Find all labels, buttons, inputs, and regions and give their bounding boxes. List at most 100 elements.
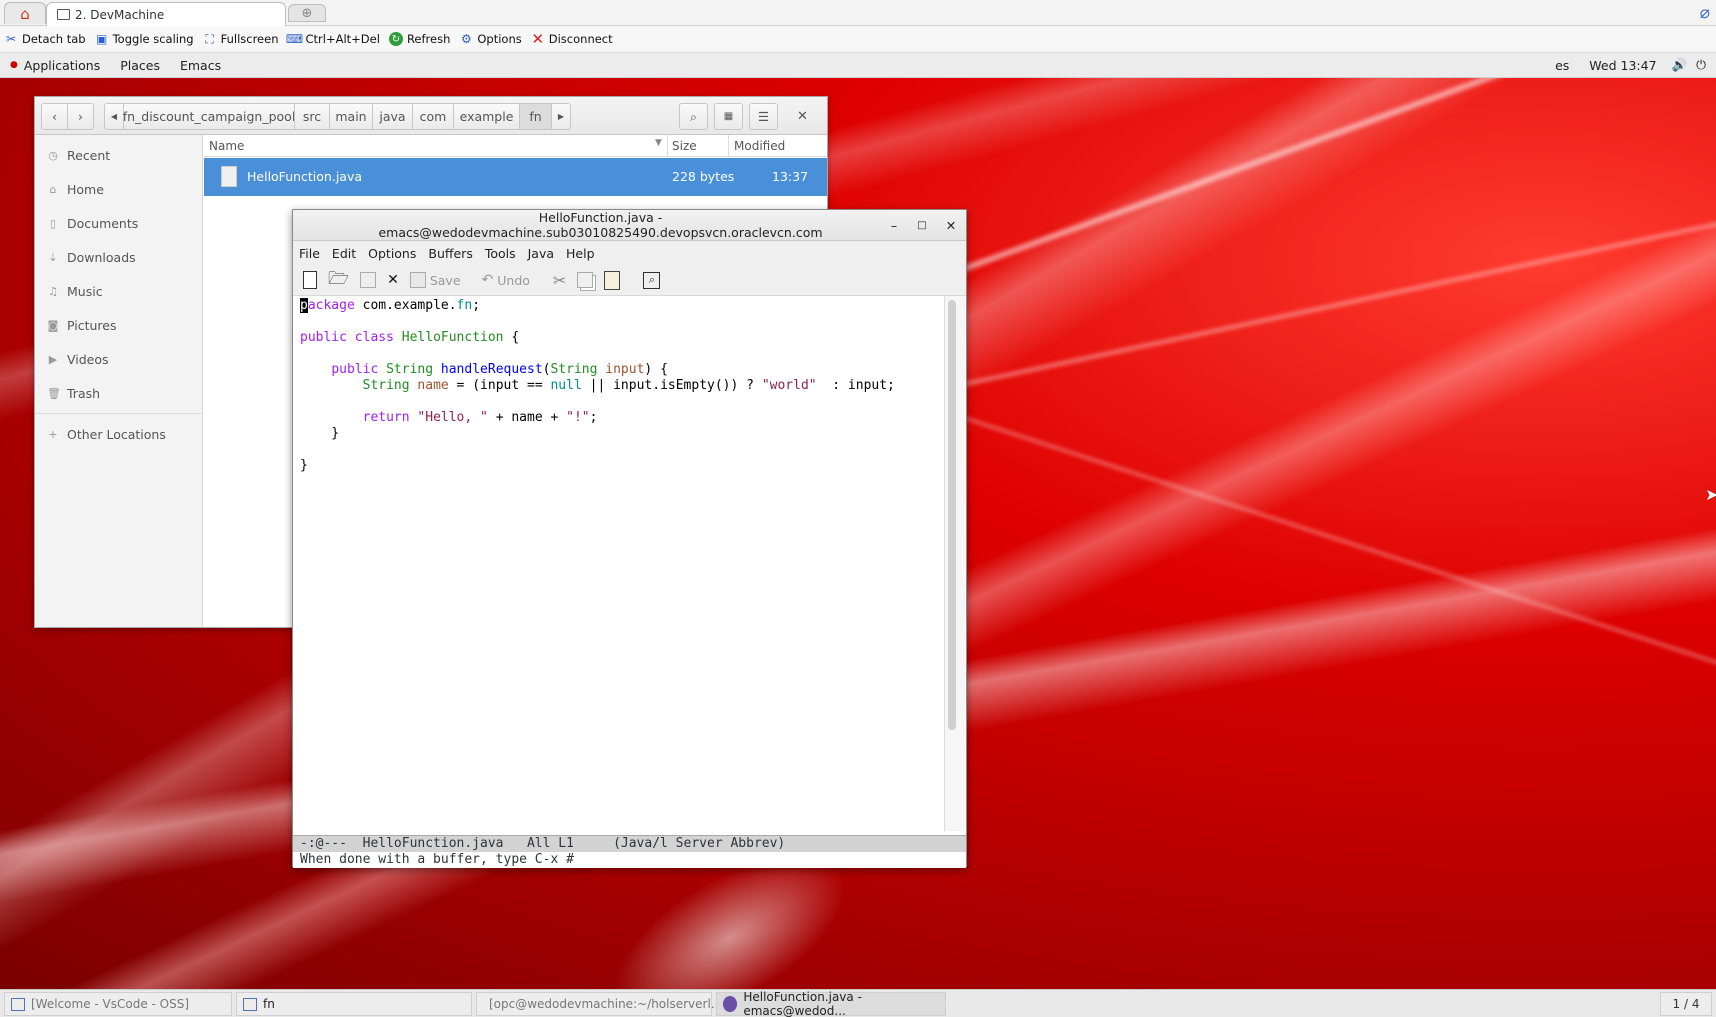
emacs-menubar: File Edit Options Buffers Tools Java Hel… (293, 241, 966, 265)
open-file-button[interactable]: 🗁 (328, 267, 349, 293)
disconnect-button[interactable]: ✕ Disconnect (531, 27, 622, 51)
keyboard-layout[interactable]: es (1545, 58, 1579, 73)
disk-icon (360, 272, 377, 288)
path-scroll-left[interactable]: ◀ (104, 103, 124, 130)
menu-tools[interactable]: Tools (479, 246, 522, 261)
save-button[interactable]: Save (409, 267, 461, 293)
fullscreen-button[interactable]: ⛶ Fullscreen (203, 27, 288, 51)
sidebar-item-home[interactable]: ⌂ Home (35, 172, 202, 206)
applications-menu[interactable]: ● Applications (0, 58, 110, 73)
gear-icon: ⚙ (460, 32, 472, 46)
taskbar-item-emacs[interactable]: HelloFunction.java - emacs@wedod... (716, 990, 946, 1017)
column-size[interactable]: Size (672, 139, 697, 153)
column-divider (728, 135, 729, 157)
emacs-icon (723, 996, 738, 1012)
scissors-icon: ✂ (5, 32, 17, 46)
sidebar-item-documents[interactable]: ▯ Documents (35, 206, 202, 240)
path-scroll-right[interactable]: ▶ (551, 103, 571, 130)
file-icon (221, 166, 237, 187)
editor-buffer[interactable]: package com.example.fn; public class Hel… (293, 296, 943, 828)
menu-button[interactable]: ☰ (749, 103, 778, 130)
path-segment[interactable]: com (412, 103, 454, 130)
back-button[interactable]: ‹ (41, 103, 68, 130)
clock[interactable]: Wed 13:47 (1579, 58, 1666, 73)
close-icon: ✕ (531, 30, 545, 48)
column-modified[interactable]: Modified (734, 139, 785, 153)
emacs-app-menu[interactable]: Emacs (170, 58, 231, 73)
paperclip-icon[interactable]: ⌀ (1700, 3, 1710, 23)
column-name[interactable]: Name (209, 139, 244, 153)
detach-tab-button[interactable]: ✂ Detach tab (4, 27, 95, 51)
code-line: String name = (input == null || input.is… (362, 378, 895, 393)
path-segment[interactable]: fn_discount_campaign_pool (123, 103, 295, 130)
file-row[interactable]: HelloFunction.java 228 bytes 13:37 (204, 158, 827, 196)
minimize-icon[interactable]: – (880, 218, 908, 233)
tab-devmachine[interactable]: 2. DevMachine (46, 2, 286, 26)
menu-edit[interactable]: Edit (326, 246, 362, 261)
copy-button[interactable] (577, 267, 594, 293)
close-icon[interactable]: ✕ (936, 218, 966, 233)
forward-button[interactable]: › (67, 103, 94, 130)
cut-button[interactable]: ✂ (553, 267, 566, 293)
paste-button[interactable] (604, 267, 621, 293)
monitor-icon (57, 9, 70, 20)
path-segment[interactable]: java (372, 103, 413, 130)
scrollbar-thumb[interactable] (948, 300, 956, 730)
taskbar-item-vscode[interactable]: [Welcome - VsCode - OSS] (4, 992, 232, 1016)
search-icon: ⌕ (643, 271, 661, 289)
path-segment[interactable]: main (329, 103, 373, 130)
home-tab-button[interactable]: ⌂ (4, 2, 46, 24)
folder-icon (243, 997, 257, 1011)
undo-button[interactable]: ↶ Undo (482, 267, 530, 293)
mode-line: -:@--- HelloFunction.java All L1 (Java/l… (293, 835, 966, 852)
sort-down-icon: ▼ (655, 138, 662, 148)
menu-options[interactable]: Options (362, 246, 422, 261)
new-tab-button[interactable]: ⊕ (288, 4, 326, 22)
search-button[interactable]: ⌕ (679, 103, 708, 130)
toggle-scaling-button[interactable]: ▣ Toggle scaling (95, 27, 203, 51)
new-file-button[interactable] (303, 267, 317, 293)
sidebar-item-pictures[interactable]: ◙ Pictures (35, 308, 202, 342)
path-segment-current[interactable]: fn (519, 103, 552, 130)
dired-button[interactable] (360, 267, 377, 293)
home-icon: ⌂ (49, 182, 57, 196)
sidebar-item-music[interactable]: ♫ Music (35, 274, 202, 308)
sidebar-item-trash[interactable]: 🗑 Trash (35, 376, 202, 410)
refresh-button[interactable]: ↻ Refresh (388, 27, 459, 51)
close-button[interactable]: ✕ (788, 103, 817, 130)
menu-help[interactable]: Help (560, 246, 601, 261)
sidebar-item-downloads[interactable]: ⇣ Downloads (35, 240, 202, 274)
wallpaper-streak (852, 78, 1716, 312)
tab-title: 2. DevMachine (75, 7, 165, 22)
remote-toolbar: ✂ Detach tab ▣ Toggle scaling ⛶ Fullscreen … (0, 26, 1716, 53)
sidebar-item-videos[interactable]: ▶ Videos (35, 342, 202, 376)
path-segment[interactable]: src (294, 103, 330, 130)
menu-java[interactable]: Java (522, 246, 560, 261)
download-icon: ⇣ (48, 250, 58, 264)
workspace-switcher[interactable]: 1 / 4 (1660, 992, 1712, 1016)
taskbar-item-fn[interactable]: fn (236, 992, 472, 1016)
sidebar-item-recent[interactable]: ◷ Recent (35, 138, 202, 172)
minibuffer[interactable]: When done with a buffer, type C-x # (293, 852, 966, 868)
maximize-icon[interactable]: □ (908, 220, 936, 231)
view-grid-button[interactable]: ▦ (714, 103, 743, 130)
close-buffer-button[interactable]: ✕ (387, 267, 399, 293)
ctrl-alt-del-button[interactable]: ⌨ Ctrl+Alt+Del (286, 27, 389, 51)
volume-icon[interactable]: 🔊 (1667, 57, 1693, 73)
menu-buffers[interactable]: Buffers (422, 246, 478, 261)
column-divider (667, 135, 668, 157)
power-icon[interactable]: ⏻ (1692, 57, 1716, 73)
search-icon: ⌕ (689, 108, 697, 124)
fullscreen-icon: ⛶ (205, 31, 214, 46)
options-button[interactable]: ⚙ Options (459, 27, 530, 51)
document-icon: ▯ (49, 216, 57, 230)
sidebar-item-other-locations[interactable]: + Other Locations (35, 417, 202, 451)
code-line: return "Hello, " + name + "!"; (362, 410, 598, 425)
path-segment[interactable]: example (453, 103, 520, 130)
places-menu[interactable]: Places (110, 58, 170, 73)
menu-file[interactable]: File (293, 246, 326, 261)
plus-icon: + (48, 427, 58, 441)
taskbar-item-terminal[interactable]: [opc@wedodevmachine:~/holserverl... (476, 992, 722, 1016)
plus-icon: ⊕ (301, 5, 313, 21)
search-button[interactable]: ⌕ (643, 267, 661, 293)
